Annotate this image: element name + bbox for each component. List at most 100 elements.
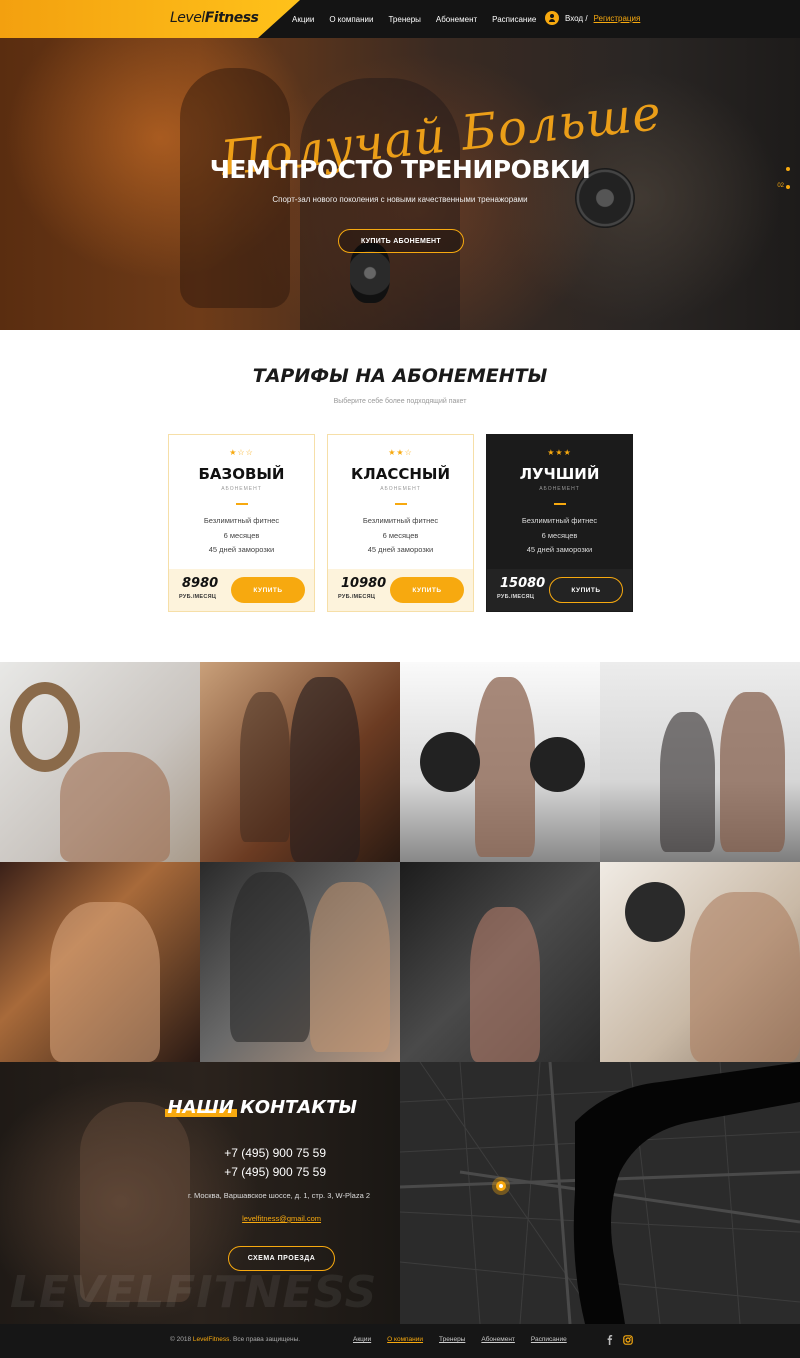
contacts-title-highlight: НАШИ [167,1097,234,1118]
gallery-photo-dumbbell[interactable] [600,862,800,1062]
athlete-image [470,907,540,1062]
contacts-title: НАШИ КОНТАКТЫ [168,1097,358,1118]
footer-nav: Акции О компании Тренеры Абонемент Распи… [353,1336,567,1343]
nav-item-schedule[interactable]: Расписание [492,15,536,24]
gallery-photo-squat[interactable] [0,862,200,1062]
tariff-price: 8980 [182,576,219,591]
gym-ring-image [10,682,80,772]
tariff-label: АБОНЕМЕНТ [539,486,580,492]
divider [554,503,566,505]
tariff-feature: 6 месяцев [223,531,260,540]
tariff-feature: 45 дней заморозки [367,545,434,554]
route-map-button[interactable]: СХЕМА ПРОЕЗДА [228,1246,335,1271]
price-unit: РУБ./МЕСЯЦ [338,594,376,600]
tariff-footer: 10980 РУБ./МЕСЯЦ КУПИТЬ [328,569,473,611]
copyright-brand: LevelFitness [192,1336,230,1343]
buy-membership-button[interactable]: КУПИТЬ АБОНЕМЕНТ [338,229,464,253]
runner-image [290,677,360,862]
slide-number: 02 [777,183,784,189]
price-unit: РУБ./МЕСЯЦ [179,594,217,600]
buy-button[interactable]: КУПИТЬ [549,577,623,603]
tariffs-subtitle: Выберите себе более подходящий пакет [333,398,467,405]
login-area: Вход / Регистрация [545,11,640,25]
tariff-feature: 45 дней заморозки [208,545,275,554]
gallery-photo-barbell[interactable] [400,662,600,862]
tariff-footer: 15080 РУБ./МЕСЯЦ КУПИТЬ [487,569,632,611]
runner-image [240,692,290,842]
gallery-photo-rings[interactable] [0,662,200,862]
tariff-card-basic: ★☆☆ БАЗОВЫЙ АБОНЕМЕНТ Безлимитный фитнес… [168,434,315,612]
athlete-image [60,752,170,862]
tariffs-title-rest: АБОНЕМЕНТЫ [385,365,548,387]
nav-item-promos[interactable]: Акции [292,15,314,24]
athlete-image [50,902,160,1062]
tariff-feature: Безлимитный фитнес [521,516,598,525]
user-icon[interactable] [545,11,559,25]
email-link[interactable]: levelfitness@gmail.com [242,1214,321,1223]
hero-title: ЧЕМ ПРОСТО ТРЕНИРОВКИ [209,155,591,184]
divider [395,503,407,505]
slider-dot[interactable] [786,167,790,171]
gallery-photo-kettlebell[interactable] [200,862,400,1062]
slider-controls[interactable]: 02 [774,163,794,203]
copyright-year: © 2018 [170,1336,192,1343]
instagram-icon[interactable] [623,1335,633,1345]
hero-subtitle: Спорт-зал нового поколения с новыми каче… [272,195,528,204]
tariff-footer: 8980 РУБ./МЕСЯЦ КУПИТЬ [169,569,314,611]
tariff-price: 15080 [500,576,546,591]
athlete-image [660,712,715,852]
hero-banner: Получай Больше ЧЕМ ПРОСТО ТРЕНИРОВКИ Спо… [0,38,800,330]
tariff-name: КЛАССНЫЙ [351,465,450,483]
logo-text-level: Level [170,10,205,26]
location-map[interactable] [400,1062,800,1324]
tariff-name: БАЗОВЫЙ [198,465,285,483]
tariff-name: ЛУЧШИЙ [519,465,600,483]
tariff-feature: 6 месяцев [382,531,419,540]
logo[interactable]: LevelFitness [170,10,259,26]
brand-watermark: LEVELFITNESS [10,1267,378,1318]
tariff-label: АБОНЕМЕНТ [221,486,262,492]
buy-button[interactable]: КУПИТЬ [390,577,464,603]
tariff-feature: Безлимитный фитнес [362,516,439,525]
tariff-feature: 45 дней заморозки [526,545,593,554]
address: г. Москва, Варшавское шоссе, д. 1, стр. … [188,1191,370,1200]
barbell-plate-image [530,737,585,792]
register-link[interactable]: Регистрация [594,14,641,23]
barbell-plate-image [420,732,480,792]
athlete-image [230,872,310,1042]
main-nav: Акции О компании Тренеры Абонемент Распи… [292,0,536,38]
map-graphic [400,1062,800,1324]
lifter-image [475,677,535,857]
tariff-price: 10980 [341,576,387,591]
phone-number[interactable]: +7 (495) 900 75 59 [224,1165,326,1179]
tariff-label: АБОНЕМЕНТ [380,486,421,492]
footer-nav-about[interactable]: О компании [387,1336,423,1343]
athlete-image [690,892,800,1062]
tariffs-title: ТАРИФЫ НА АБОНЕМЕНТЫ [0,365,800,387]
footer-nav-trainers[interactable]: Тренеры [439,1336,465,1343]
gallery-photo-treadmill[interactable] [200,662,400,862]
footer-nav-schedule[interactable]: Расписание [531,1336,567,1343]
copyright-text: . Все права защищены. [229,1336,301,1343]
contacts-title-rest: КОНТАКТЫ [233,1097,357,1118]
phone-number[interactable]: +7 (495) 900 75 59 [224,1146,326,1160]
tariff-feature: Безлимитный фитнес [203,516,280,525]
facebook-icon[interactable] [605,1335,615,1345]
gallery-photo-trx[interactable] [600,662,800,862]
nav-item-trainers[interactable]: Тренеры [388,15,420,24]
login-link[interactable]: Вход / [565,14,588,23]
tariff-card-best: ★★★ ЛУЧШИЙ АБОНЕМЕНТ Безлимитный фитнес … [486,434,633,612]
nav-item-about[interactable]: О компании [329,15,373,24]
slider-dot-active[interactable] [786,185,790,189]
rating-stars: ★★★ [547,448,572,457]
copyright: © 2018 LevelFitness. Все права защищены. [170,1336,300,1343]
site-footer: © 2018 LevelFitness. Все права защищены.… [0,1324,800,1358]
buy-button[interactable]: КУПИТЬ [231,577,305,603]
footer-nav-promos[interactable]: Акции [353,1336,371,1343]
hero-woman-figure [180,68,290,308]
nav-item-membership[interactable]: Абонемент [436,15,477,24]
athlete-image [720,692,785,852]
tariff-feature: 6 месяцев [541,531,578,540]
footer-nav-membership[interactable]: Абонемент [481,1336,515,1343]
gallery-photo-trx-woman[interactable] [400,862,600,1062]
